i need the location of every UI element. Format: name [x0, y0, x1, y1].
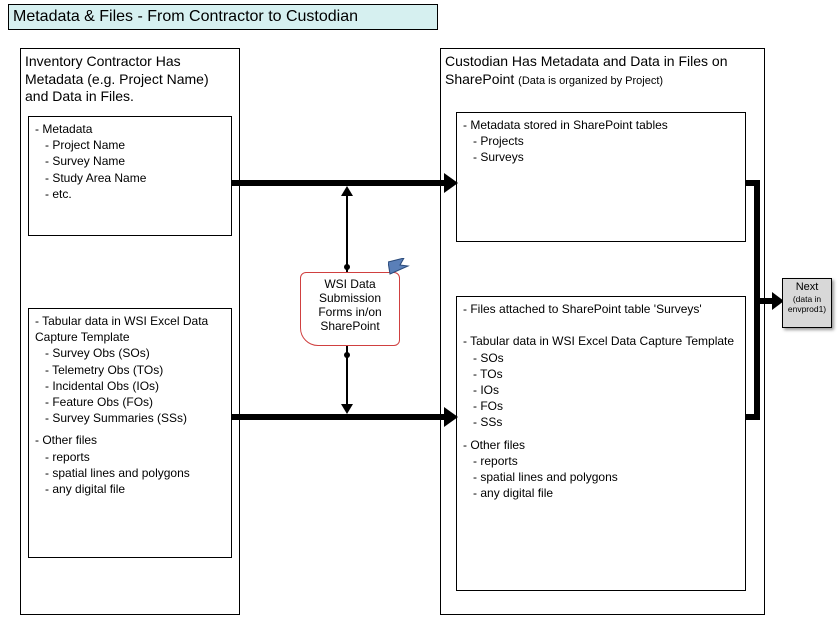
- contractor-other-heading: Other files: [42, 433, 97, 447]
- arrow-right-icon: [444, 173, 458, 193]
- next-sub: (data in envprod1): [785, 294, 829, 314]
- list-item: spatial lines and polygons: [473, 469, 739, 485]
- page-title-text: Metadata & Files - From Contractor to Cu…: [13, 8, 358, 26]
- custodian-other-heading: Other files: [470, 438, 525, 452]
- arrow-data: [232, 414, 444, 420]
- contractor-data-heading: Tabular data in WSI Excel Data Capture T…: [35, 314, 208, 344]
- list-item: reports: [45, 449, 225, 465]
- submission-label: WSI Data Submission Forms in/on SharePoi…: [300, 272, 400, 346]
- list-item: Survey Summaries (SSs): [45, 410, 225, 426]
- custodian-tabular-heading: Tabular data in WSI Excel Data Capture T…: [470, 334, 734, 348]
- list-item: IOs: [473, 382, 739, 398]
- list-item: Incidental Obs (IOs): [45, 378, 225, 394]
- list-item: Projects: [473, 133, 739, 149]
- list-item: Survey Obs (SOs): [45, 345, 225, 361]
- contractor-data-list: Survey Obs (SOs) Telemetry Obs (TOs) Inc…: [35, 345, 225, 426]
- list-item: etc.: [45, 186, 225, 202]
- list-item: SSs: [473, 414, 739, 430]
- list-item: Study Area Name: [45, 170, 225, 186]
- list-item: Telemetry Obs (TOs): [45, 362, 225, 378]
- page-title: Metadata & Files - From Contractor to Cu…: [8, 4, 438, 30]
- custodian-metadata-heading: Metadata stored in SharePoint tables: [470, 118, 667, 132]
- custodian-data-heading: Files attached to SharePoint table 'Surv…: [470, 302, 701, 316]
- contractor-other-list: reports spatial lines and polygons any d…: [35, 449, 225, 498]
- arrow-up-icon: [341, 186, 353, 196]
- contractor-metadata-box: - Metadata Project Name Survey Name Stud…: [28, 116, 232, 236]
- custodian-data-box: - Files attached to SharePoint table 'Su…: [456, 296, 746, 591]
- custodian-other-list: reports spatial lines and polygons any d…: [463, 453, 739, 502]
- custodian-tabular-list: SOs TOs IOs FOs SSs: [463, 350, 739, 431]
- contractor-heading: Inventory Contractor Has Metadata (e.g. …: [21, 49, 239, 108]
- submission-label-text: WSI Data Submission Forms in/on SharePoi…: [318, 277, 381, 333]
- list-item: TOs: [473, 366, 739, 382]
- arrow-down-icon: [341, 404, 353, 414]
- next-box: Next (data in envprod1): [782, 278, 832, 328]
- list-item: spatial lines and polygons: [45, 465, 225, 481]
- dot-icon: [344, 352, 350, 358]
- contractor-metadata-list: Project Name Survey Name Study Area Name…: [35, 137, 225, 202]
- contractor-metadata-heading: Metadata: [42, 122, 92, 136]
- list-item: SOs: [473, 350, 739, 366]
- custodian-heading-sub: (Data is organized by Project): [518, 75, 663, 87]
- connector: [754, 298, 774, 304]
- list-item: reports: [473, 453, 739, 469]
- list-item: Surveys: [473, 149, 739, 165]
- list-item: any digital file: [45, 481, 225, 497]
- custodian-heading: Custodian Has Metadata and Data in Files…: [441, 49, 764, 90]
- arrow-metadata: [232, 180, 444, 186]
- next-label: Next: [796, 281, 819, 293]
- list-item: Project Name: [45, 137, 225, 153]
- list-item: FOs: [473, 398, 739, 414]
- dot-icon: [344, 264, 350, 270]
- list-item: Survey Name: [45, 153, 225, 169]
- list-item: any digital file: [473, 485, 739, 501]
- contractor-data-box: - Tabular data in WSI Excel Data Capture…: [28, 308, 232, 558]
- custodian-metadata-list: Projects Surveys: [463, 133, 739, 165]
- list-item: Feature Obs (FOs): [45, 394, 225, 410]
- arrow-right-icon: [444, 407, 458, 427]
- custodian-metadata-box: - Metadata stored in SharePoint tables P…: [456, 112, 746, 242]
